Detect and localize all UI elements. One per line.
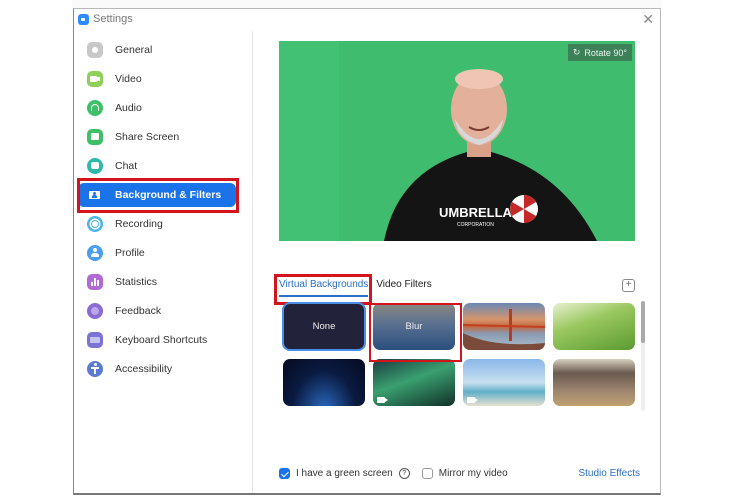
- tab-virtual-backgrounds[interactable]: Virtual Backgrounds: [279, 279, 369, 297]
- sidebar-item-label: Recording: [115, 218, 163, 230]
- sidebar-item-general[interactable]: General: [78, 38, 236, 62]
- background-grid: None Blur: [282, 302, 639, 406]
- mirror-video-checkbox[interactable]: [421, 467, 433, 479]
- background-window-strip: [72, 0, 662, 8]
- background-beach-palm[interactable]: [463, 359, 545, 406]
- sidebar-item-label: General: [115, 44, 153, 56]
- background-northern-lights[interactable]: [373, 359, 455, 406]
- sidebar-item-label: Feedback: [115, 305, 162, 317]
- sidebar-item-label: Video: [115, 73, 142, 85]
- sidebar-item-accessibility[interactable]: Accessibility: [78, 357, 236, 381]
- sidebar-item-recording[interactable]: Recording: [78, 212, 236, 236]
- green-screen-checkbox[interactable]: [279, 467, 290, 479]
- sidebar-item-label: Chat: [115, 160, 138, 172]
- add-background-button[interactable]: +: [622, 279, 635, 292]
- bar-chart-icon: [87, 274, 103, 290]
- person-card-icon: [87, 187, 103, 203]
- profile-icon: [87, 245, 103, 261]
- chat-bubble-icon: [87, 158, 103, 174]
- background-living-room[interactable]: [553, 359, 635, 406]
- background-golden-gate-bridge[interactable]: [463, 303, 545, 350]
- background-label: Blur: [405, 321, 423, 332]
- keyboard-icon: [87, 332, 103, 348]
- rotate-icon: ↻: [572, 47, 581, 57]
- sidebar-item-label: Audio: [115, 102, 142, 114]
- background-label: None: [312, 321, 336, 332]
- sidebar-item-label: Profile: [115, 247, 145, 259]
- record-icon: [87, 216, 103, 232]
- accessibility-icon: [87, 361, 103, 377]
- sidebar-item-label: Keyboard Shortcuts: [115, 334, 208, 346]
- zoom-app-icon: [78, 14, 89, 25]
- help-icon[interactable]: ?: [398, 467, 410, 479]
- scrollbar-thumb[interactable]: [641, 301, 645, 343]
- shirt-subtext: CORPORATION: [457, 222, 494, 228]
- shirt-text: UMBRELLA: [439, 205, 513, 220]
- bridge-image: [463, 309, 545, 350]
- sidebar-item-label: Statistics: [115, 276, 158, 288]
- smiley-icon: [87, 303, 103, 319]
- sidebar-item-label: Background & Filters: [115, 189, 222, 201]
- gear-icon: [87, 42, 103, 58]
- sidebar: General Video Audio Share Screen Chat Ba…: [74, 31, 253, 493]
- background-earth-from-space[interactable]: [283, 359, 365, 406]
- tab-video-filters[interactable]: Video Filters: [376, 279, 431, 297]
- sidebar-item-feedback[interactable]: Feedback: [78, 299, 236, 323]
- share-screen-icon: [87, 129, 103, 145]
- background-blur[interactable]: Blur: [373, 303, 455, 350]
- sidebar-item-statistics[interactable]: Statistics: [78, 270, 236, 294]
- content-panel: UMBRELLA CORPORATION ↻ Rotate 90° Virtua…: [253, 31, 660, 493]
- background-none[interactable]: None: [282, 302, 366, 351]
- person-video-image: UMBRELLA CORPORATION: [279, 41, 635, 241]
- sidebar-item-label: Accessibility: [115, 363, 173, 375]
- sidebar-item-chat[interactable]: Chat: [78, 154, 236, 178]
- settings-window: Settings ✕ General Video Audio Share Scr…: [73, 8, 661, 495]
- background-tabs: Virtual Backgrounds Video Filters: [279, 279, 432, 297]
- umbrella-logo: [510, 195, 538, 223]
- green-screen-label: I have a green screen: [296, 467, 393, 479]
- sidebar-item-audio[interactable]: Audio: [78, 96, 236, 120]
- window-title: Settings: [93, 13, 133, 25]
- video-camera-icon: [467, 397, 478, 403]
- sidebar-item-share-screen[interactable]: Share Screen: [78, 125, 236, 149]
- title-bar: Settings ✕: [74, 9, 660, 31]
- headphones-icon: [87, 100, 103, 116]
- sidebar-item-profile[interactable]: Profile: [78, 241, 236, 265]
- sidebar-item-keyboard-shortcuts[interactable]: Keyboard Shortcuts: [78, 328, 236, 352]
- video-camera-icon: [377, 397, 388, 403]
- rotate-button[interactable]: ↻ Rotate 90°: [567, 44, 632, 61]
- video-camera-icon: [87, 71, 103, 87]
- footer-options: I have a green screen ? Mirror my video …: [279, 465, 640, 481]
- rotate-label: Rotate 90°: [584, 47, 627, 58]
- sidebar-item-background-filters[interactable]: Background & Filters: [78, 183, 236, 207]
- background-grass[interactable]: [553, 303, 635, 350]
- camera-preview: UMBRELLA CORPORATION ↻ Rotate 90°: [279, 41, 635, 241]
- sidebar-item-video[interactable]: Video: [78, 67, 236, 91]
- plus-icon: +: [625, 279, 632, 290]
- close-icon[interactable]: ✕: [642, 11, 654, 28]
- backgrounds-scrollbar[interactable]: [641, 301, 645, 411]
- studio-effects-link[interactable]: Studio Effects: [578, 468, 640, 479]
- mirror-video-label: Mirror my video: [438, 467, 508, 479]
- sidebar-item-label: Share Screen: [115, 131, 180, 143]
